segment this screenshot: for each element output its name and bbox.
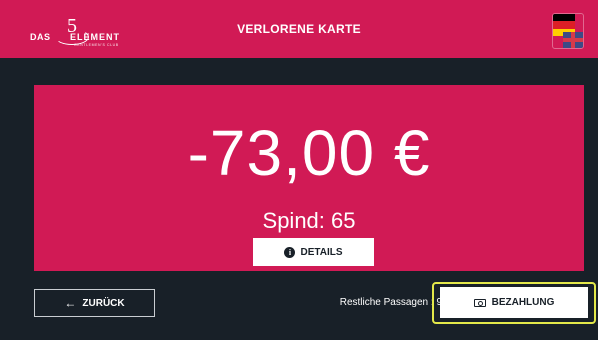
back-label: ZURÜCK [82, 297, 125, 309]
uk-flag-icon [563, 32, 583, 48]
page-title: VERLORENE KARTE [237, 22, 361, 36]
details-button[interactable]: i DETAILS [253, 238, 374, 266]
back-button[interactable]: ← ZURÜCK [34, 289, 155, 317]
pay-button[interactable]: BEZAHLUNG [440, 287, 588, 318]
card-summary-panel: -73,00 € Spind: 65 i DETAILS [34, 85, 584, 271]
money-icon [473, 298, 486, 307]
balance-amount: -73,00 € [187, 117, 431, 189]
locker-number: Spind: 65 [262, 208, 356, 233]
info-icon: i [284, 246, 296, 258]
details-label: DETAILS [300, 246, 343, 258]
remaining-passages: Restliche Passagen : 9 [339, 297, 442, 308]
pay-label: BEZAHLUNG [491, 297, 555, 308]
top-bar: 5 DAS ELEMENT GENTLEMEN'S CLUB VERLORENE… [0, 0, 598, 58]
language-switch[interactable] [552, 13, 584, 49]
arrow-left-icon: ← [64, 296, 77, 310]
